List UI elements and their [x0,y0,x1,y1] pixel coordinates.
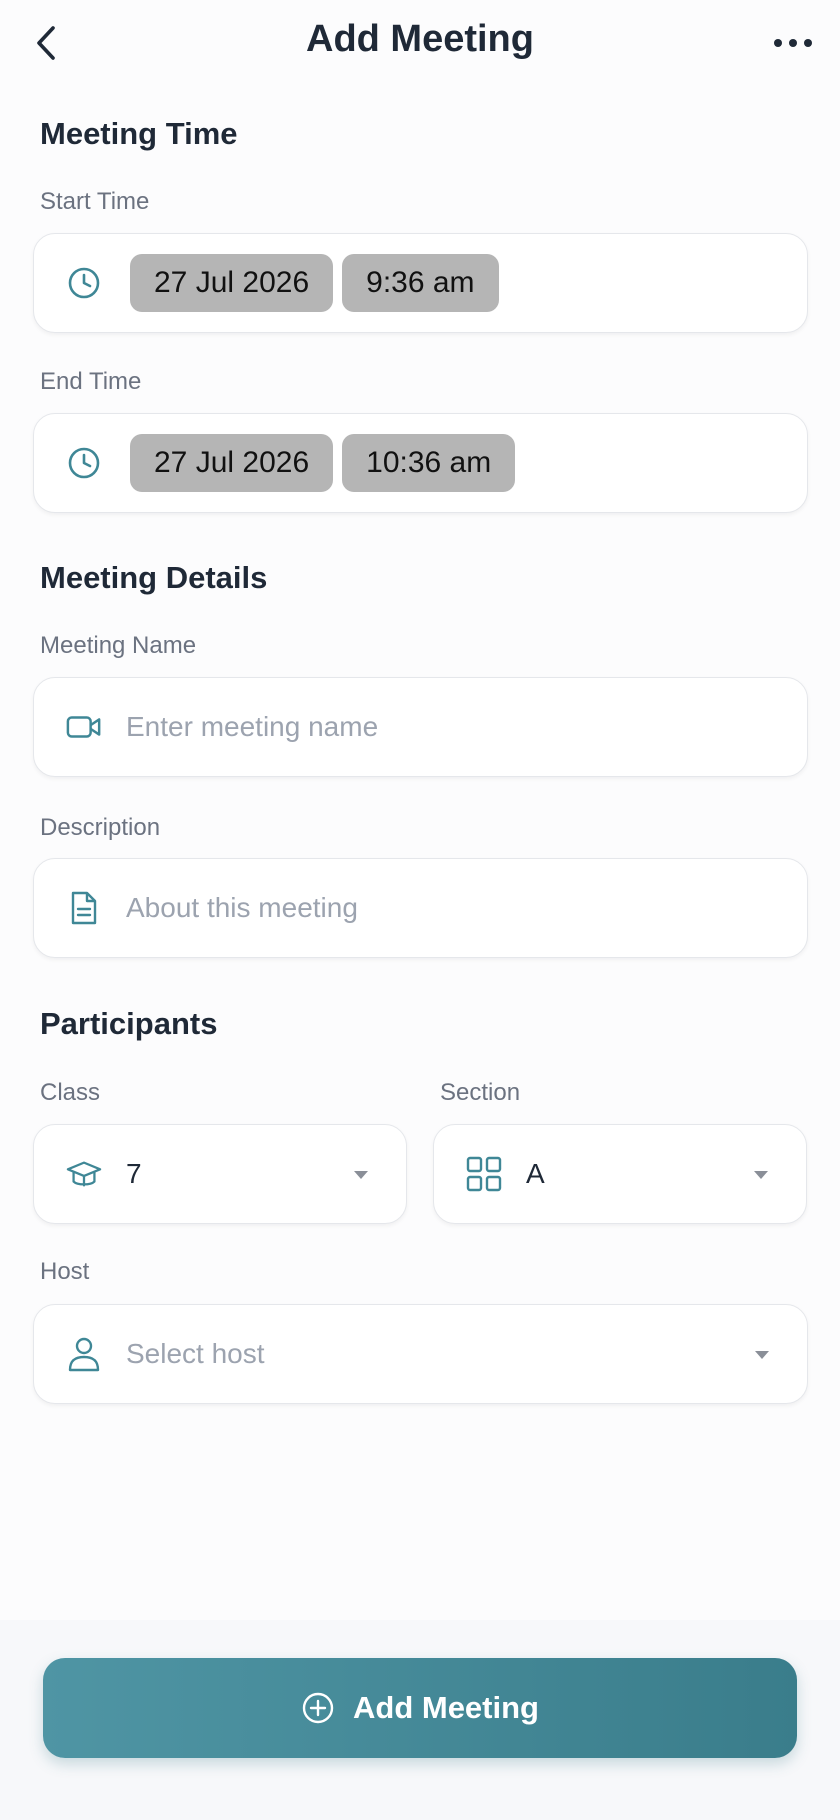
class-dropdown[interactable]: 7 [33,1124,407,1224]
start-time-chip[interactable]: 9:36 am [342,254,499,312]
section-label: Section [440,1079,521,1106]
meeting-name-label: Meeting Name [40,632,197,659]
description-input[interactable]: About this meeting [33,858,808,958]
meeting-name-input[interactable]: Enter meeting name [33,677,808,777]
section-title-participants: Participants [40,1006,218,1041]
start-time-field: 27 Jul 2026 9:36 am [33,233,808,333]
grid-icon [466,1156,502,1192]
end-time-label: End Time [40,368,142,395]
meeting-name-placeholder: Enter meeting name [126,711,379,742]
description-placeholder: About this meeting [126,892,358,923]
section-value: A [526,1158,545,1189]
class-label: Class [40,1079,101,1106]
section-dropdown[interactable]: A [433,1124,807,1224]
add-meeting-button-label: Add Meeting [353,1690,539,1725]
page-title: Add Meeting [306,18,534,60]
host-dropdown[interactable]: Select host [33,1304,808,1404]
section-title-meeting-details: Meeting Details [40,560,268,595]
end-time-chip[interactable]: 10:36 am [342,434,516,492]
add-meeting-screen: Add Meeting Meeting Time Start Time 27 J… [0,0,840,1820]
description-label: Description [40,814,161,841]
more-horizontal-icon [774,39,812,47]
user-icon [66,1336,102,1372]
more-options-button[interactable] [770,22,816,64]
plus-circle-icon [301,1691,335,1725]
start-time-chips: 27 Jul 2026 9:36 am [130,254,499,312]
header: Add Meeting [0,0,840,86]
end-time-chips: 27 Jul 2026 10:36 am [130,434,516,492]
clock-icon [66,445,102,481]
chevron-down-icon [755,1351,769,1359]
start-time-label: Start Time [40,188,150,215]
document-icon [66,890,102,926]
end-time-field: 27 Jul 2026 10:36 am [33,413,808,513]
add-meeting-button[interactable]: Add Meeting [43,1658,797,1758]
clock-icon [66,265,102,301]
chevron-down-icon [754,1171,768,1179]
host-placeholder: Select host [126,1338,265,1369]
end-date-chip[interactable]: 27 Jul 2026 [130,434,334,492]
section-title-meeting-time: Meeting Time [40,116,238,151]
video-icon [66,709,102,745]
chevron-down-icon [354,1171,368,1179]
start-date-chip[interactable]: 27 Jul 2026 [130,254,334,312]
host-label: Host [40,1258,90,1285]
class-value: 7 [126,1158,142,1189]
graduation-cap-icon [66,1156,102,1192]
